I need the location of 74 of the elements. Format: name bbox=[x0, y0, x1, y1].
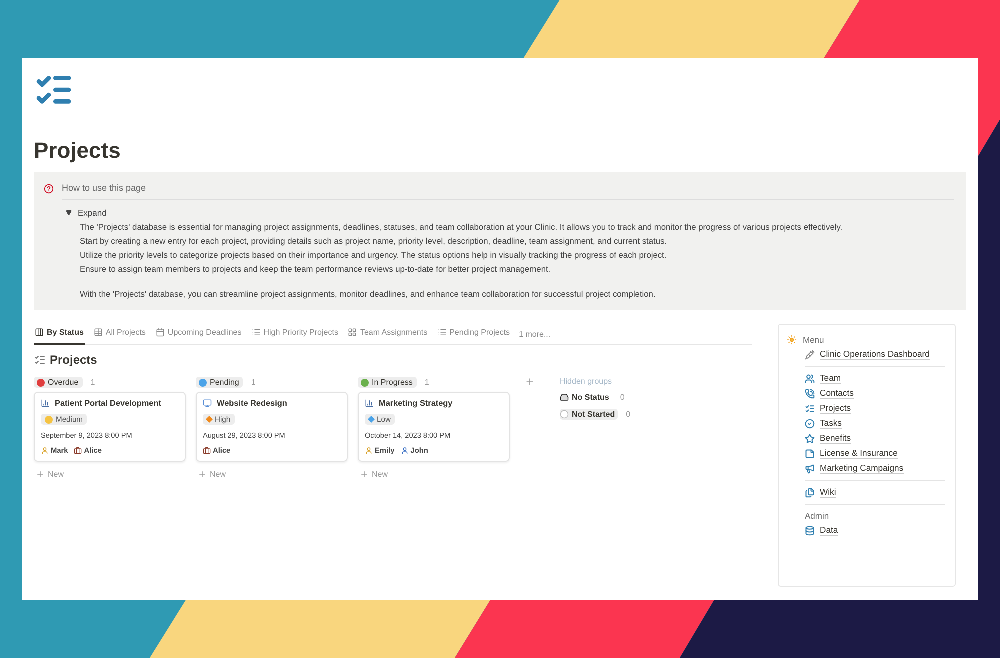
menu-link[interactable]: Wiki bbox=[820, 487, 836, 498]
card-title: Website Redesign bbox=[217, 399, 288, 408]
board-title: Projects bbox=[50, 353, 98, 367]
hidden-group-tag[interactable]: Not Started bbox=[560, 409, 618, 420]
help-paragraph: The 'Projects' database is essential for managing project assignments, deadlines, statuses, and team collaboration at your Clinic. It allows you to track and monitor the progress of various projects effectively. bbox=[80, 222, 844, 233]
group-count: 1 bbox=[251, 378, 256, 387]
grid-icon bbox=[348, 328, 358, 337]
database-icon bbox=[805, 526, 815, 536]
status-tag: Pending bbox=[196, 377, 244, 388]
menu-link[interactable]: License & Insurance bbox=[820, 448, 898, 459]
menu-link[interactable]: Projects bbox=[820, 403, 852, 414]
menu-link[interactable]: Clinic Operations Dashboard bbox=[820, 349, 930, 360]
help-paragraph: Utilize the priority levels to categorize projects based on their importance and urgency. The status options help in visually tracking the progress of each project. bbox=[80, 250, 668, 261]
toggle-triangle-icon[interactable] bbox=[66, 210, 72, 216]
help-paragraph: With the 'Projects' database, you can streamline project assignments, monitor deadlines, and enhance team collaboration for successful project completion. bbox=[80, 289, 657, 300]
calendar-icon bbox=[156, 328, 165, 337]
menu-link[interactable]: Data bbox=[820, 525, 838, 536]
checklist-icon bbox=[805, 404, 815, 414]
menu-link[interactable]: Team bbox=[820, 373, 842, 384]
question-icon bbox=[44, 184, 54, 194]
group-count: 0 bbox=[620, 393, 625, 402]
bar-chart-icon bbox=[365, 399, 374, 408]
view-tab[interactable]: Upcoming Deadlines bbox=[154, 324, 243, 345]
status-tag: Overdue bbox=[34, 377, 83, 388]
group-count: 1 bbox=[90, 378, 96, 387]
menu-link[interactable]: Contacts bbox=[820, 388, 854, 399]
megaphone-icon bbox=[805, 464, 815, 474]
page-title: Projects bbox=[34, 138, 122, 164]
inbox-icon bbox=[560, 393, 569, 402]
group-count: 0 bbox=[626, 410, 631, 419]
view-tab[interactable]: By Status bbox=[34, 324, 85, 345]
menu-link[interactable]: Benefits bbox=[820, 433, 852, 444]
star-icon bbox=[805, 434, 815, 444]
toggle-label[interactable]: Expand bbox=[78, 208, 107, 218]
help-paragraph: Start by creating a new entry for each project, providing details such as project name, priority level, description, deadline, team assignment, and current status. bbox=[80, 236, 668, 247]
monitor-icon bbox=[203, 399, 212, 408]
check-circle-icon bbox=[805, 418, 815, 428]
menu-link[interactable]: Tasks bbox=[820, 418, 842, 429]
status-tag: In Progress bbox=[358, 377, 417, 388]
card-title: Marketing Strategy bbox=[379, 399, 453, 408]
columns-icon bbox=[35, 328, 44, 337]
view-tab[interactable]: High Priority Projects bbox=[250, 324, 340, 345]
group-count: 1 bbox=[424, 378, 430, 387]
view-tab[interactable]: All Projects bbox=[92, 324, 147, 345]
list-icon bbox=[438, 328, 447, 337]
person-icon bbox=[400, 446, 409, 454]
section-heading: Admin bbox=[805, 511, 830, 521]
hidden-groups-label: Hidden groups bbox=[560, 377, 614, 386]
briefcase-icon bbox=[74, 446, 82, 454]
menu-link[interactable]: Marketing Campaigns bbox=[820, 463, 904, 474]
briefcase-icon bbox=[203, 446, 211, 454]
plus-icon bbox=[360, 470, 369, 479]
phone-icon bbox=[805, 388, 815, 398]
menu-heading: Menu bbox=[803, 335, 824, 345]
bar-chart-icon bbox=[41, 399, 50, 408]
checklist-icon bbox=[34, 354, 46, 366]
files-icon bbox=[805, 488, 815, 498]
person-icon bbox=[41, 446, 49, 454]
hidden-group-tag[interactable]: No Status bbox=[560, 392, 612, 403]
sun-icon bbox=[787, 335, 797, 345]
note-icon bbox=[805, 448, 815, 458]
plus-icon bbox=[36, 470, 45, 479]
person-icon bbox=[365, 446, 373, 454]
callout-title: How to use this page bbox=[62, 180, 954, 200]
view-tab[interactable]: Pending Projects bbox=[436, 324, 512, 345]
card-title: Patient Portal Development bbox=[55, 399, 162, 408]
list-icon bbox=[252, 328, 261, 337]
circle-icon bbox=[560, 410, 569, 419]
view-tab[interactable]: Team Assignments bbox=[347, 324, 429, 345]
table-icon bbox=[94, 328, 103, 337]
help-paragraph: Ensure to assign team members to projects and keep the team performance reviews up-to-date for better project management. bbox=[80, 264, 552, 275]
syringe-icon bbox=[805, 350, 815, 360]
people-icon bbox=[805, 374, 815, 384]
plus-icon bbox=[198, 470, 207, 479]
